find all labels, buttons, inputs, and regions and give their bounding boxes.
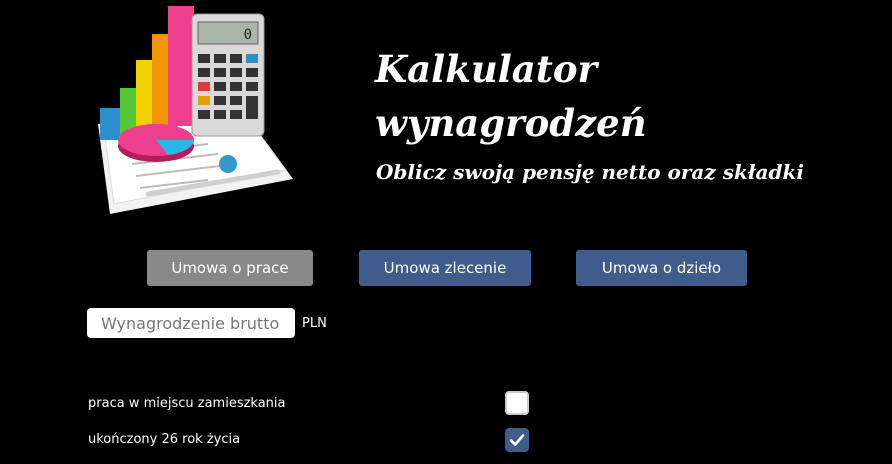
page-title: Kalkulator wynagrodzeń — [375, 47, 647, 145]
calculator-charts-illustration: 0 — [88, 4, 310, 216]
page-subtitle: Oblicz swoją pensję netto oraz składki — [376, 160, 804, 184]
checkbox-age-26[interactable] — [505, 428, 529, 452]
tab-umowa-o-prace[interactable]: Umowa o prace — [147, 250, 313, 286]
checkmark-icon — [509, 434, 525, 446]
checkbox-place-of-residence[interactable] — [505, 391, 529, 415]
option-label-place-of-residence: praca w miejscu zamieszkania — [88, 396, 286, 411]
calculator-display-text: 0 — [244, 27, 252, 43]
gross-salary-input[interactable] — [87, 308, 295, 338]
currency-label: PLN — [302, 316, 327, 331]
tab-umowa-zlecenie[interactable]: Umowa zlecenie — [359, 250, 531, 286]
tab-umowa-o-dzielo[interactable]: Umowa o dzieło — [576, 250, 747, 286]
option-label-age-26: ukończony 26 rok życia — [88, 432, 241, 447]
